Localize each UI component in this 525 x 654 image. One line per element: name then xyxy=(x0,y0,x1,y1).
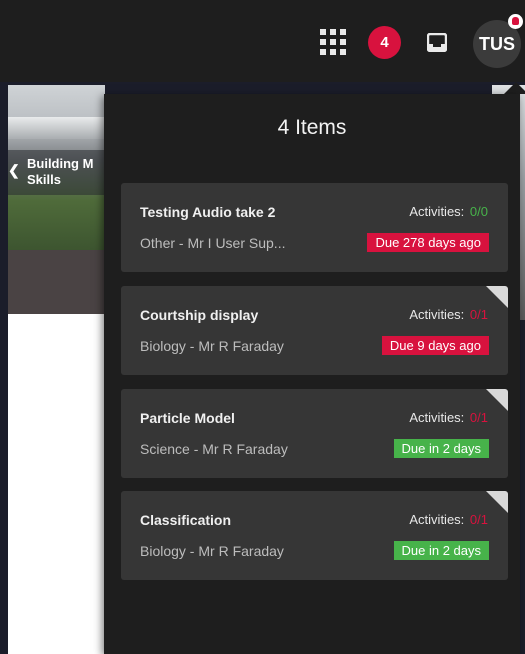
activities-label: Activities: xyxy=(409,512,465,527)
due-badge: Due 278 days ago xyxy=(367,233,489,252)
new-item-corner-icon xyxy=(486,389,508,411)
page-content-area xyxy=(8,314,105,654)
panel-title: 4 Items xyxy=(277,116,347,139)
panel-caret xyxy=(504,82,525,94)
assignment-card[interactable]: Testing Audio take 2 Other - Mr I User S… xyxy=(121,183,508,272)
assignment-subject-teacher: Biology - Mr R Faraday xyxy=(140,543,284,559)
activities-label: Activities: xyxy=(409,204,465,219)
assignment-subject-teacher: Science - Mr R Faraday xyxy=(140,441,288,457)
chevron-left-icon[interactable]: ❮ xyxy=(8,162,20,178)
inbox-icon[interactable] xyxy=(427,33,447,52)
assignment-title: Testing Audio take 2 xyxy=(140,204,276,220)
activities-value: 0/1 xyxy=(469,307,488,322)
activities-count: Activities: 0/1 xyxy=(409,512,488,527)
activities-label: Activities: xyxy=(409,410,465,425)
assignment-title: Courtship display xyxy=(140,307,259,323)
assignment-subject-teacher: Other - Mr I User Sup... xyxy=(140,235,286,251)
assignment-subject-teacher: Biology - Mr R Faraday xyxy=(140,338,284,354)
due-badge: Due in 2 days xyxy=(393,439,489,458)
activities-label: Activities: xyxy=(409,307,465,322)
activities-count: Activities: 0/1 xyxy=(409,410,488,425)
activities-value: 0/1 xyxy=(469,410,488,425)
apps-grid-icon[interactable] xyxy=(320,29,346,55)
assignment-card[interactable]: Courtship display Biology - Mr R Faraday… xyxy=(121,286,508,375)
notifications-badge[interactable]: 4 xyxy=(368,26,401,59)
activities-value: 0/0 xyxy=(469,204,488,219)
top-bar: 4 TUS xyxy=(0,0,525,82)
assignment-card[interactable]: Classification Biology - Mr R Faraday Ac… xyxy=(121,491,508,580)
new-item-corner-icon xyxy=(486,491,508,513)
course-title[interactable]: Building M Skills xyxy=(27,156,107,188)
avatar-alert-icon xyxy=(508,14,523,29)
due-badge: Due 9 days ago xyxy=(381,336,489,355)
page-left-margin xyxy=(0,82,8,654)
building-roof-shape xyxy=(8,117,105,139)
activities-value: 0/1 xyxy=(469,512,488,527)
activities-count: Activities: 0/1 xyxy=(409,307,488,322)
assignment-title: Particle Model xyxy=(140,410,235,426)
assignment-title: Classification xyxy=(140,512,232,528)
activities-count: Activities: 0/0 xyxy=(409,204,488,219)
due-badge: Due in 2 days xyxy=(393,541,489,560)
new-item-corner-icon xyxy=(486,286,508,308)
course-tile-footer xyxy=(8,250,105,314)
assignment-card[interactable]: Particle Model Science - Mr R Faraday Ac… xyxy=(121,389,508,478)
